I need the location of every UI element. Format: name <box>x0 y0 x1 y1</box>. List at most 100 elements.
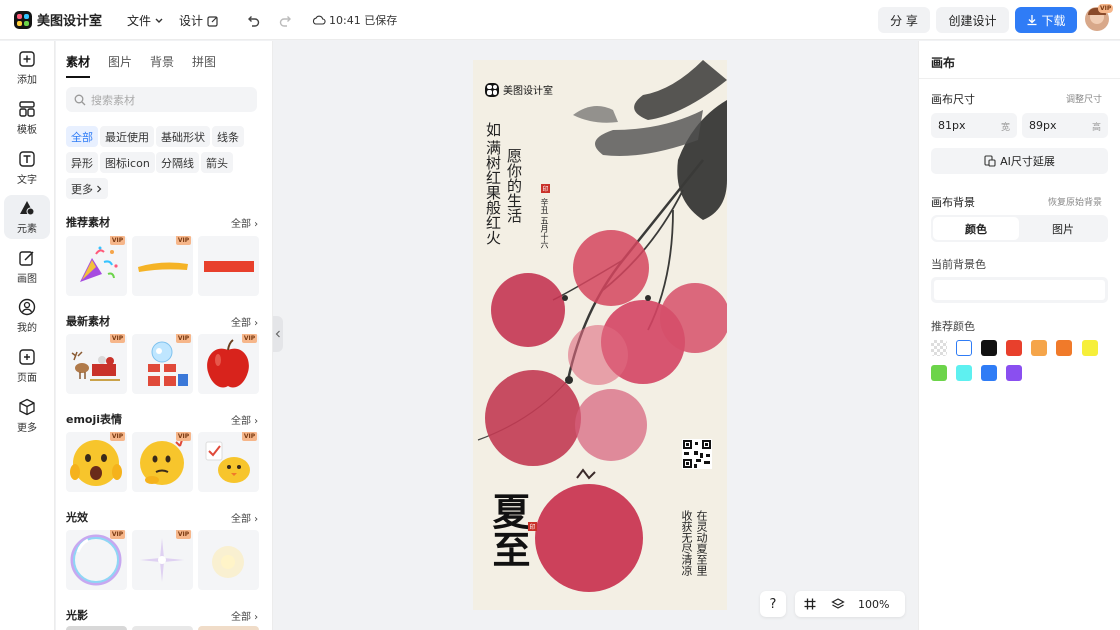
ai-resize-button[interactable]: AI尺寸延展 <box>931 148 1108 174</box>
swatch-purple[interactable] <box>1006 365 1022 381</box>
asset-tile-glow[interactable] <box>198 530 259 590</box>
layers-icon[interactable] <box>831 597 845 611</box>
canvas-toolbar: 100% <box>795 591 905 617</box>
height-field[interactable]: 89px 高 <box>1022 113 1108 138</box>
grid-hash-icon[interactable] <box>803 597 817 611</box>
asset-tile-sleigh[interactable]: VIP <box>66 334 127 394</box>
download-button[interactable]: 下载 <box>1015 7 1077 33</box>
asset-tile-bubble[interactable]: VIP <box>66 530 127 590</box>
swatch-red[interactable] <box>1006 340 1022 356</box>
nav-add[interactable]: 添加 <box>4 46 50 90</box>
shapes-icon <box>20 201 35 216</box>
tab-collage[interactable]: 拼图 <box>192 53 216 78</box>
poem-column-3: 愿你的生活 <box>505 148 523 223</box>
shocked-emoji-icon <box>70 440 122 486</box>
bg-tab-color[interactable]: 颜色 <box>933 217 1019 240</box>
nav-template[interactable]: 模板 <box>4 96 50 140</box>
vip-tag: VIP <box>110 236 125 245</box>
redo-icon[interactable] <box>278 12 294 28</box>
sleigh-icon <box>71 351 120 381</box>
canvas-properties-panel: 画布 画布尺寸 调整尺寸 81px 宽 89px 高 AI尺寸延展 画布背景 恢… <box>918 41 1120 630</box>
width-field[interactable]: 81px 宽 <box>931 113 1017 138</box>
chip-dividers[interactable]: 分隔线 <box>156 152 199 173</box>
help-button[interactable]: ? <box>760 591 786 617</box>
asset-tile-red-rectangle[interactable] <box>198 236 259 296</box>
poem-seal: 印 <box>541 184 550 193</box>
section-all-link[interactable]: 全部 › <box>231 314 258 329</box>
pen-edit-icon <box>19 251 34 266</box>
swatch-cyan[interactable] <box>956 365 972 381</box>
sparkle-icon <box>140 538 184 582</box>
poem-date: 辛丑 五月十六 <box>540 198 549 249</box>
chip-recent[interactable]: 最近使用 <box>100 126 154 147</box>
current-bg-label: 当前背景色 <box>931 258 986 271</box>
section-all-link[interactable]: 全部 › <box>231 608 258 623</box>
asset-tile-sparkle[interactable]: VIP <box>132 530 193 590</box>
share-button[interactable]: 分 享 <box>878 7 930 33</box>
chip-more[interactable]: 更多 <box>66 178 108 199</box>
asset-tile-emoji-shocked[interactable]: VIP <box>66 432 127 492</box>
swatch-transparent[interactable] <box>931 340 947 356</box>
swatch-yellow[interactable] <box>1082 340 1098 356</box>
zoom-level[interactable]: 100% <box>858 598 889 611</box>
search-input[interactable]: 搜索素材 <box>66 87 257 112</box>
chip-arrows[interactable]: 箭头 <box>201 152 233 173</box>
asset-tile-emoji-thinking[interactable]: VIP <box>132 432 193 492</box>
template-grid-icon <box>19 101 35 117</box>
nav-elements[interactable]: 元素 <box>4 195 50 239</box>
asset-tile-snow-globe-gift[interactable]: VIP <box>132 334 193 394</box>
current-bg-color-field[interactable] <box>931 277 1108 303</box>
chip-irregular[interactable]: 异形 <box>66 152 98 173</box>
nav-draw[interactable]: 画图 <box>4 245 50 289</box>
swatch-blue[interactable] <box>981 365 997 381</box>
top-bar: 美图设计室 文件 设计 10:41 已保存 分 享 创建设计 下载 VIP <box>0 0 1120 40</box>
swatch-black[interactable] <box>981 340 997 356</box>
tab-material[interactable]: 素材 <box>66 53 91 78</box>
section-title: 最新素材 <box>66 315 110 328</box>
tab-images[interactable]: 图片 <box>108 53 132 78</box>
design-menu[interactable]: 设计 <box>179 12 219 29</box>
section-all-link[interactable]: 全部 › <box>231 215 258 230</box>
section-all-link[interactable]: 全部 › <box>231 510 258 525</box>
user-icon <box>18 298 36 316</box>
asset-tile-emoji-chick[interactable]: VIP <box>198 432 259 492</box>
asset-tile-shadow[interactable] <box>198 626 259 630</box>
chip-basic-shapes[interactable]: 基础形状 <box>156 126 210 147</box>
asset-tile-party-popper[interactable]: VIP <box>66 236 127 296</box>
section-all-link[interactable]: 全部 › <box>231 412 258 427</box>
swatch-white[interactable] <box>956 340 972 356</box>
poster-canvas[interactable]: 美图设计室 如 满树红果般红火 愿你的生活 印 辛丑 五月十六 夏至 印 在灵动… <box>473 60 727 610</box>
section-title: 光影 <box>66 609 88 622</box>
vip-tag: VIP <box>176 236 191 245</box>
chip-icons[interactable]: 图标icon <box>100 152 155 173</box>
asset-tile-brush-stroke[interactable]: VIP <box>132 236 193 296</box>
swatch-orange[interactable] <box>1056 340 1072 356</box>
create-design-button[interactable]: 创建设计 <box>936 7 1009 33</box>
restore-bg-link[interactable]: 恢复原始背景 <box>1048 195 1102 208</box>
undo-icon[interactable] <box>245 12 261 28</box>
file-menu[interactable]: 文件 <box>127 12 164 29</box>
width-value: 81px <box>938 119 966 132</box>
asset-tile-apple[interactable]: VIP <box>198 334 259 394</box>
chip-lines[interactable]: 线条 <box>212 126 244 147</box>
vip-tag: VIP <box>242 432 257 441</box>
tab-backgrounds[interactable]: 背景 <box>150 53 174 78</box>
nav-mine[interactable]: 我的 <box>4 294 50 338</box>
asset-tile-shadow[interactable] <box>132 626 193 630</box>
app-logo[interactable]: 美图设计室 <box>14 10 102 29</box>
canvas-area[interactable]: 美图设计室 如 满树红果般红火 愿你的生活 印 辛丑 五月十六 夏至 印 在灵动… <box>273 41 918 630</box>
swatch-light-orange[interactable] <box>1031 340 1047 356</box>
nav-label: 文字 <box>17 175 37 186</box>
nav-page[interactable]: 页面 <box>4 344 50 388</box>
swatch-green[interactable] <box>931 365 947 381</box>
nav-label: 模板 <box>17 125 37 136</box>
bg-tab-image[interactable]: 图片 <box>1020 217 1106 240</box>
chip-all[interactable]: 全部 <box>66 126 98 147</box>
nav-more[interactable]: 更多 <box>4 394 50 438</box>
asset-tile-shadow[interactable] <box>66 626 127 630</box>
nav-text[interactable]: 文字 <box>4 146 50 190</box>
section-title: 光效 <box>66 511 88 524</box>
qr-code-icon[interactable] <box>682 439 712 469</box>
resize-link[interactable]: 调整尺寸 <box>1066 92 1102 105</box>
collapse-panel-handle[interactable] <box>273 316 283 352</box>
